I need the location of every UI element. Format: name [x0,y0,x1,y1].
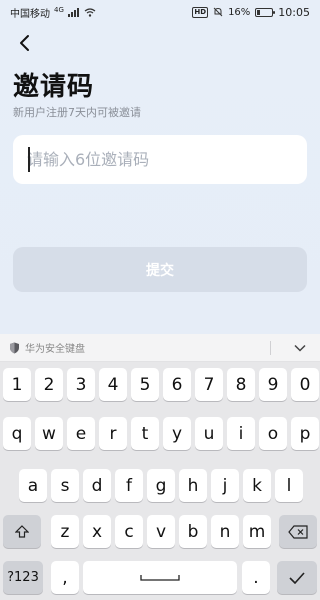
key-4[interactable]: 4 [99,368,127,401]
wifi-icon [84,7,96,17]
key-8[interactable]: 8 [227,368,255,401]
back-arrow-icon [20,35,29,51]
key-a[interactable]: a [19,469,47,502]
key-t[interactable]: t [131,417,159,450]
key-e[interactable]: e [67,417,95,450]
key-c[interactable]: c [115,515,143,548]
key-0[interactable]: 0 [291,368,319,401]
key-n[interactable]: n [211,515,239,548]
key-s[interactable]: s [51,469,79,502]
period-key[interactable]: . [242,561,270,594]
symbols-key[interactable]: ?123 [3,561,43,594]
space-bar-icon [140,574,180,581]
keyboard-toolbar: 华为安全键盘 [0,334,320,362]
space-key[interactable] [83,561,237,594]
chevron-down-icon [294,344,306,352]
key-o[interactable]: o [259,417,287,450]
key-7[interactable]: 7 [195,368,223,401]
key-m[interactable]: m [243,515,271,548]
text-cursor [28,147,30,172]
battery-percent: 16% [228,6,251,18]
hd-icon: HD [192,6,209,18]
checkmark-icon [289,571,305,584]
page-subtitle: 新用户注册7天内可被邀请 [13,106,141,119]
key-w[interactable]: w [35,417,63,450]
enter-key[interactable] [277,561,317,594]
key-3[interactable]: 3 [67,368,95,401]
key-9[interactable]: 9 [259,368,287,401]
key-x[interactable]: x [83,515,111,548]
key-r[interactable]: r [99,417,127,450]
key-f[interactable]: f [115,469,143,502]
clock: 10:05 [278,5,310,19]
carrier-label: 中国移动 [10,8,50,20]
key-1[interactable]: 1 [3,368,31,401]
key-v[interactable]: v [147,515,175,548]
invite-code-input[interactable] [13,135,307,184]
network-type: 4G [54,5,64,14]
key-p[interactable]: p [291,417,319,450]
back-button[interactable] [10,30,40,56]
comma-key[interactable]: , [51,561,79,594]
key-u[interactable]: u [195,417,223,450]
backspace-icon [288,524,308,539]
key-z[interactable]: z [51,515,79,548]
key-k[interactable]: k [243,469,271,502]
key-h[interactable]: h [179,469,207,502]
collapse-keyboard-button[interactable] [289,339,311,357]
shift-icon [15,524,29,538]
shield-icon [10,342,19,353]
status-bar: 中国移动 4G HD 16% 10:05 [0,0,320,24]
backspace-key[interactable] [279,515,317,548]
key-i[interactable]: i [227,417,255,450]
battery-icon [255,7,276,17]
key-5[interactable]: 5 [131,368,159,401]
shift-key[interactable] [3,515,41,548]
key-y[interactable]: y [163,417,191,450]
secure-keyboard: 华为安全键盘 1234567890 qwertyuiop asdfghjkl zxcv… [0,334,320,600]
signal-icon [67,7,79,17]
key-2[interactable]: 2 [35,368,63,401]
key-q[interactable]: q [3,417,31,450]
toolbar-divider [270,340,271,355]
key-j[interactable]: j [211,469,239,502]
mute-icon [213,7,223,17]
key-g[interactable]: g [147,469,175,502]
page-title: 邀请码 [13,72,95,102]
key-d[interactable]: d [83,469,111,502]
key-l[interactable]: l [275,469,303,502]
key-6[interactable]: 6 [163,368,191,401]
key-b[interactable]: b [179,515,207,548]
keyboard-brand-label: 华为安全键盘 [25,344,85,355]
submit-button[interactable]: 提交 [13,247,307,292]
